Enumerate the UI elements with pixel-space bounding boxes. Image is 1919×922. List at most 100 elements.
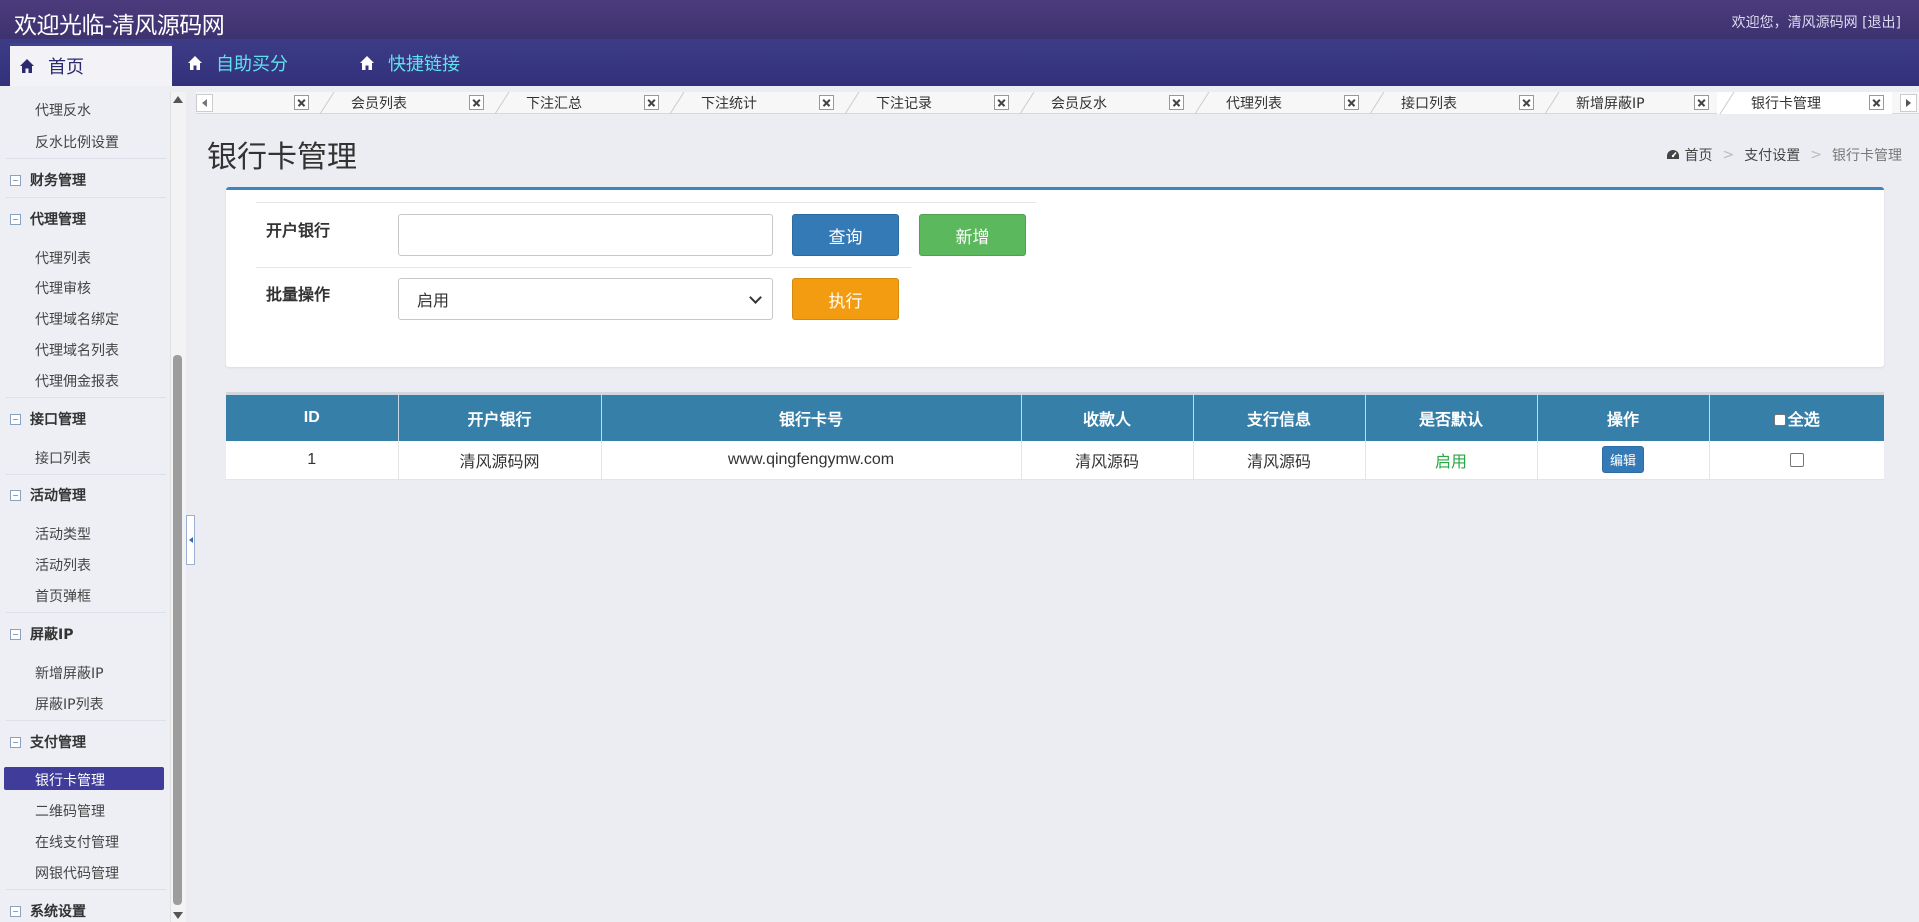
batch-label: 批量操作 — [266, 285, 331, 304]
cell-action: 编辑 — [1537, 441, 1710, 480]
close-icon[interactable] — [1694, 95, 1709, 110]
cell-default-status: 启用 — [1365, 441, 1538, 480]
tab-bank-card[interactable]: 银行卡管理 — [1717, 92, 1892, 114]
sidebar-collapse-handle[interactable] — [186, 515, 195, 565]
tab-member-list[interactable]: 会员列表 — [317, 92, 492, 114]
select-all-checkbox[interactable] — [1773, 414, 1786, 426]
breadcrumb-current: 银行卡管理 — [1832, 148, 1902, 164]
sidebar-group-block-ip[interactable]: 屏蔽IP — [10, 624, 73, 644]
query-button[interactable]: 查询 — [792, 214, 899, 256]
sidebar-group-agent[interactable]: 代理管理 — [10, 209, 86, 229]
batch-action-select[interactable]: 启用 — [398, 278, 773, 320]
add-button[interactable]: 新增 — [919, 214, 1026, 256]
sidebar-divider — [6, 474, 166, 475]
tab-api-list[interactable]: 接口列表 — [1367, 92, 1542, 114]
sidebar-divider — [6, 197, 166, 198]
col-branch[interactable]: 支行信息 — [1193, 395, 1366, 441]
close-icon[interactable] — [994, 95, 1009, 110]
close-icon[interactable] — [1169, 95, 1184, 110]
sidebar-item-ebank-code[interactable]: 网银代码管理 — [35, 863, 119, 883]
tab-bet-stats[interactable]: 下注统计 — [667, 92, 842, 114]
sidebar-divider — [6, 397, 166, 398]
close-icon[interactable] — [644, 95, 659, 110]
close-icon[interactable] — [1344, 95, 1359, 110]
sidebar-divider — [6, 720, 166, 721]
tab-add-block-ip[interactable]: 新增屏蔽IP — [1542, 92, 1717, 114]
sidebar-group-api[interactable]: 接口管理 — [10, 409, 86, 429]
sidebar-item-qrcode[interactable]: 二维码管理 — [35, 801, 105, 821]
close-icon[interactable] — [294, 95, 309, 110]
sidebar-item-agent-review[interactable]: 代理审核 — [35, 278, 91, 298]
sidebar-item-agent-domain-bind[interactable]: 代理域名绑定 — [35, 309, 119, 329]
bank-card-table: ID 开户银行 银行卡号 收款人 支行信息 是否默认 操作 全选 1 清风源码网… — [226, 392, 1884, 480]
sidebar-item-add-block-ip[interactable]: 新增屏蔽IP — [35, 663, 104, 683]
tab-scroll-right-icon[interactable] — [1900, 94, 1917, 112]
sidebar-group-activity[interactable]: 活动管理 — [10, 485, 86, 505]
sidebar-divider — [6, 158, 166, 159]
main-nav: 首页 自助买分 快捷链接 — [0, 39, 1919, 86]
close-icon[interactable] — [1519, 95, 1534, 110]
col-card-no[interactable]: 银行卡号 — [601, 395, 1022, 441]
sidebar-item-agent-list[interactable]: 代理列表 — [35, 248, 91, 268]
tabs-bar: 会员列表 下注汇总 下注统计 下注记录 会员反水 代理列表 接口列表 新增屏蔽I… — [196, 92, 1919, 114]
row-divider — [256, 267, 911, 268]
collapse-icon — [10, 413, 21, 425]
col-id[interactable]: ID — [226, 395, 399, 441]
tab-separator — [319, 92, 335, 114]
col-bank[interactable]: 开户银行 — [398, 395, 602, 441]
sidebar-item-agent-domain-list[interactable]: 代理域名列表 — [35, 340, 119, 360]
home-icon — [358, 54, 376, 72]
bank-search-input[interactable] — [398, 214, 773, 256]
col-payee[interactable]: 收款人 — [1021, 395, 1194, 441]
nav-quick-links[interactable]: 快捷链接 — [358, 39, 460, 86]
breadcrumb-payment-settings[interactable]: 支付设置 — [1744, 145, 1800, 165]
sidebar-item-rebate-ratio[interactable]: 反水比例设置 — [35, 132, 119, 152]
collapse-icon — [10, 905, 21, 917]
sidebar-item-api-list[interactable]: 接口列表 — [35, 448, 91, 468]
nav-home-label: 首页 — [48, 57, 84, 78]
cell-bank: 清风源码网 — [398, 441, 602, 480]
tab-agent-list[interactable]: 代理列表 — [1192, 92, 1367, 114]
tab-member-rebate[interactable]: 会员反水 — [1017, 92, 1192, 114]
close-icon[interactable] — [819, 95, 834, 110]
sidebar-item-block-ip-list[interactable]: 屏蔽IP列表 — [35, 694, 104, 714]
chevron-down-icon — [749, 291, 762, 304]
close-icon[interactable] — [1869, 95, 1884, 110]
cell-payee: 清风源码 — [1021, 441, 1194, 480]
cell-branch: 清风源码 — [1193, 441, 1366, 480]
col-select-all[interactable]: 全选 — [1709, 395, 1884, 441]
welcome-text: 欢迎您，清风源码网 — [1731, 15, 1858, 31]
sidebar-item-agent-rebate[interactable]: 代理反水 — [35, 100, 91, 120]
col-action[interactable]: 操作 — [1537, 395, 1710, 441]
sidebar-scroll-thumb[interactable] — [173, 355, 182, 905]
sidebar-item-agent-commission[interactable]: 代理佣金报表 — [35, 371, 119, 391]
logout-link[interactable]: [退出] — [1862, 15, 1901, 31]
execute-button[interactable]: 执行 — [792, 278, 899, 320]
edit-button[interactable]: 编辑 — [1601, 446, 1644, 474]
sidebar-item-activity-list[interactable]: 活动列表 — [35, 555, 91, 575]
nav-self-buy[interactable]: 自助买分 — [186, 39, 288, 86]
sidebar-group-system[interactable]: 系统设置 — [10, 901, 86, 921]
sidebar-item-activity-type[interactable]: 活动类型 — [35, 524, 91, 544]
sidebar-item-online-payment[interactable]: 在线支付管理 — [35, 832, 119, 852]
scroll-up-icon[interactable] — [173, 96, 183, 103]
top-bar: 欢迎光临-清风源码网 欢迎您，清风源码网 [退出] — [0, 0, 1919, 39]
sidebar-item-bank-card[interactable]: 银行卡管理 — [35, 770, 105, 790]
tab-scroll-left-icon[interactable] — [196, 94, 213, 112]
cell-id: 1 — [226, 441, 399, 480]
tab-bet-summary[interactable]: 下注汇总 — [492, 92, 667, 114]
col-default[interactable]: 是否默认 — [1365, 395, 1538, 441]
tab-item[interactable] — [215, 92, 317, 114]
close-icon[interactable] — [469, 95, 484, 110]
sidebar-group-finance[interactable]: 财务管理 — [10, 170, 86, 190]
nav-home[interactable]: 首页 — [10, 43, 172, 86]
breadcrumb-home[interactable]: 首页 — [1685, 145, 1713, 165]
tab-bet-records[interactable]: 下注记录 — [842, 92, 1017, 114]
tab-separator — [1194, 92, 1210, 114]
sidebar-item-home-popup[interactable]: 首页弹框 — [35, 586, 91, 606]
scroll-down-icon[interactable] — [173, 912, 183, 919]
row-checkbox[interactable] — [1789, 452, 1804, 467]
sidebar-group-payment[interactable]: 支付管理 — [10, 732, 86, 752]
tab-separator — [1369, 92, 1385, 114]
nav-quick-links-label: 快捷链接 — [388, 53, 460, 75]
